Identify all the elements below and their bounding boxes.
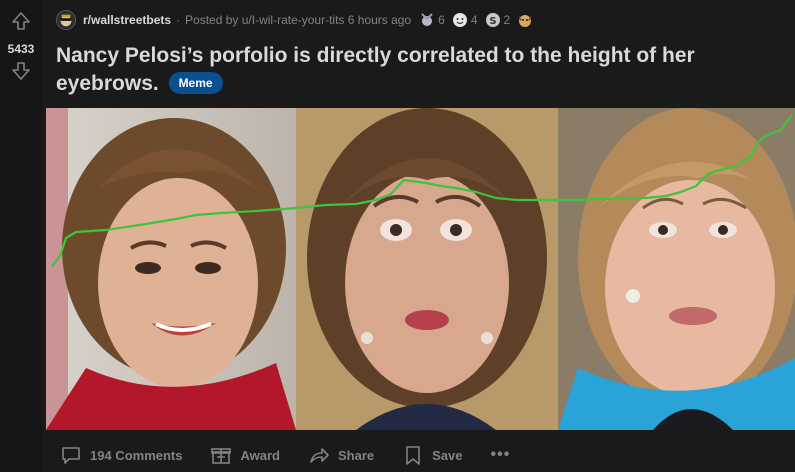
award-dog-icon — [517, 12, 533, 28]
post-card: r/wallstreetbets · Posted by u/I-wil-rat… — [46, 0, 795, 472]
subreddit-icon[interactable] — [56, 10, 76, 30]
post-title-text[interactable]: Nancy Pelosi’s porfolio is directly corr… — [56, 44, 695, 95]
more-options-button[interactable]: ••• — [491, 446, 511, 464]
award-button[interactable]: Award — [210, 444, 280, 466]
award-silver-icon: S — [485, 12, 501, 28]
share-icon — [310, 448, 329, 463]
share-button[interactable]: Share — [308, 444, 374, 466]
post-image[interactable] — [46, 108, 795, 430]
svg-text:S: S — [489, 16, 496, 27]
awards-list[interactable]: 6 4 S 2 — [419, 12, 533, 28]
vote-count: 5433 — [7, 42, 35, 56]
upvote-icon[interactable] — [10, 10, 32, 32]
save-button[interactable]: Save — [402, 444, 463, 466]
post-actions: 194 Comments Award Share Save ••• — [60, 441, 510, 469]
award-count: 2 — [503, 13, 511, 27]
vote-column: 5433 — [0, 0, 42, 472]
posted-by[interactable]: Posted by u/I-wil-rate-your-tits 6 hours… — [185, 13, 411, 27]
trend-line — [50, 114, 793, 268]
share-label: Share — [337, 447, 375, 463]
award-count: 4 — [470, 13, 478, 27]
bookmark-icon — [406, 446, 420, 465]
post-meta: r/wallstreetbets · Posted by u/I-wil-rat… — [56, 9, 533, 31]
subreddit-link[interactable]: r/wallstreetbets — [83, 13, 171, 27]
award-medal-icon — [419, 12, 435, 28]
award-wholesome-icon — [452, 12, 468, 28]
downvote-icon[interactable] — [10, 60, 32, 82]
save-label: Save — [432, 447, 463, 463]
comment-icon — [62, 447, 80, 464]
meta-separator: · — [176, 13, 181, 27]
comments-button[interactable]: 194 Comments — [60, 444, 182, 466]
comments-label: 194 Comments — [90, 447, 183, 463]
gift-icon — [211, 448, 232, 464]
post-title[interactable]: Nancy Pelosi’s porfolio is directly corr… — [56, 42, 756, 98]
award-label: Award — [240, 447, 280, 463]
award-count: 6 — [438, 13, 445, 27]
post-flair[interactable]: Meme — [168, 72, 223, 94]
